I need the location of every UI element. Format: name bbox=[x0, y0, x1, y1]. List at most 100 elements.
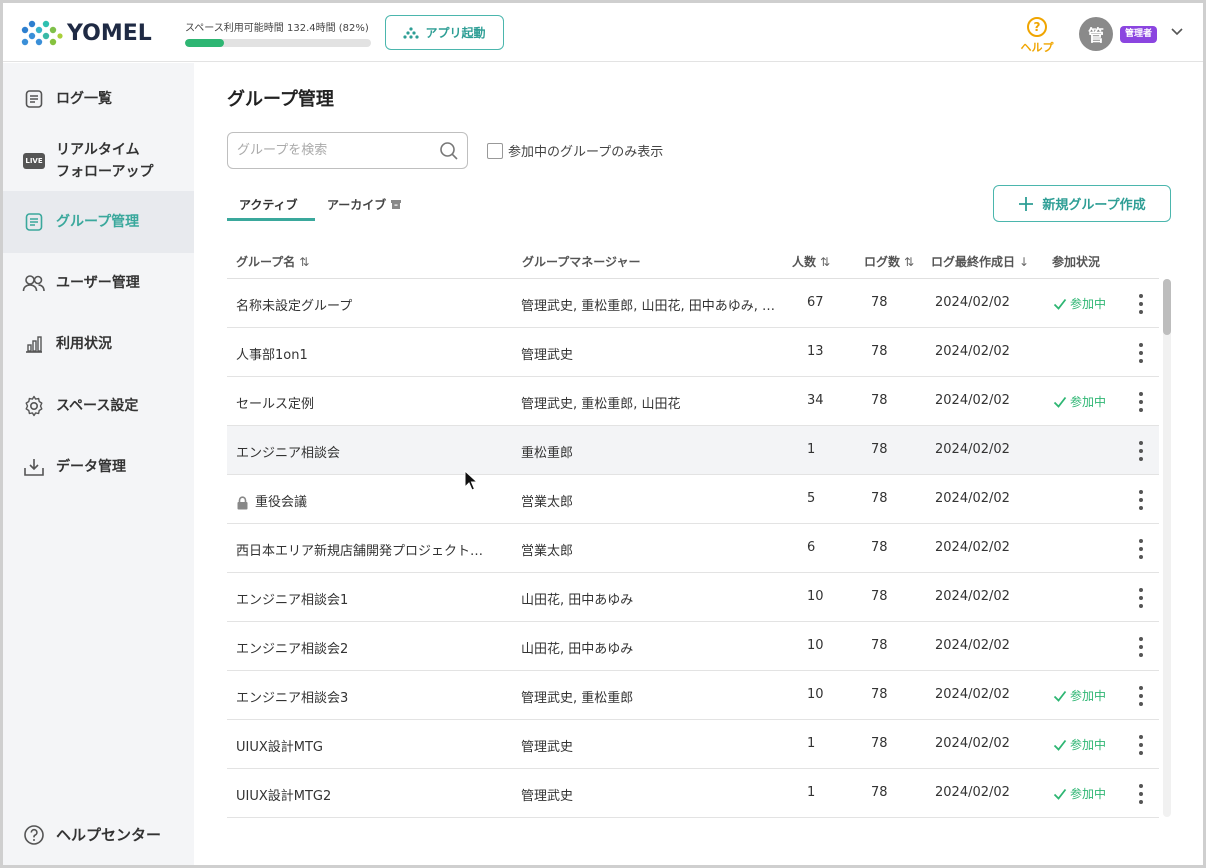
log-count: 78 bbox=[871, 638, 888, 653]
table-row[interactable]: エンジニア相談会3 管理武史, 重松重郎 10 78 2024/02/02 参加中 bbox=[227, 671, 1159, 720]
usage-progress-bar bbox=[185, 39, 371, 47]
row-menu-icon[interactable] bbox=[1132, 587, 1150, 609]
last-log-date: 2024/02/02 bbox=[935, 442, 1010, 457]
gear-icon bbox=[22, 394, 46, 418]
sidebar-item-label: ユーザー管理 bbox=[56, 275, 140, 291]
sidebar-item-users[interactable]: ユーザー管理 bbox=[3, 261, 194, 305]
sidebar-item-space-settings[interactable]: スペース設定 bbox=[3, 384, 194, 428]
group-name[interactable]: エンジニア相談会 bbox=[236, 442, 506, 461]
column-header-name[interactable]: グループ名 ⇅ bbox=[236, 253, 309, 270]
top-header: YOMEL スペース利用可能時間 132.4時間 (82%) アプリ起動 ? ヘ… bbox=[3, 3, 1203, 62]
last-log-date: 2024/02/02 bbox=[935, 491, 1010, 506]
document-icon bbox=[22, 87, 46, 111]
group-name[interactable]: UIUX設計MTG2 bbox=[236, 785, 506, 804]
log-count: 78 bbox=[871, 785, 888, 800]
mouse-cursor-icon bbox=[464, 470, 478, 491]
group-name[interactable]: 人事部1on1 bbox=[236, 344, 506, 363]
group-name[interactable]: セールス定例 bbox=[236, 393, 506, 412]
row-menu-icon[interactable] bbox=[1132, 636, 1150, 658]
chevron-down-icon[interactable] bbox=[1169, 23, 1185, 39]
last-log-date: 2024/02/02 bbox=[935, 295, 1010, 310]
logo[interactable]: YOMEL bbox=[19, 17, 152, 49]
row-menu-icon[interactable] bbox=[1132, 734, 1150, 756]
table-row[interactable]: UIUX設計MTG 管理武史 1 78 2024/02/02 参加中 bbox=[227, 720, 1159, 769]
scrollbar[interactable] bbox=[1163, 279, 1171, 817]
sidebar-item-realtime[interactable]: LIVE リアルタイム フォローアップ bbox=[3, 131, 194, 191]
group-name[interactable]: UIUX設計MTG bbox=[236, 736, 506, 755]
table-row[interactable]: セールス定例 管理武史, 重松重郎, 山田花 34 78 2024/02/02 参加中 bbox=[227, 377, 1159, 426]
sort-icon: ⇅ bbox=[299, 254, 310, 269]
member-count: 1 bbox=[807, 442, 816, 457]
group-name[interactable]: エンジニア相談会3 bbox=[236, 687, 506, 706]
group-name[interactable]: 西日本エリア新規店舗開発プロジェクト… bbox=[236, 540, 506, 559]
sidebar-item-logs[interactable]: ログ一覧 bbox=[3, 77, 194, 121]
bar-chart-icon bbox=[22, 332, 46, 356]
group-name[interactable]: 名称未設定グループ bbox=[236, 295, 506, 314]
column-header-members[interactable]: 人数 ⇅ bbox=[792, 253, 830, 270]
table-row[interactable]: 重役会議 営業太郎 5 78 2024/02/02 bbox=[227, 475, 1159, 524]
row-menu-icon[interactable] bbox=[1132, 489, 1150, 511]
group-name[interactable]: エンジニア相談会1 bbox=[236, 589, 506, 608]
joined-only-filter[interactable]: 参加中のグループのみ表示 bbox=[487, 141, 663, 160]
member-count: 5 bbox=[807, 491, 816, 506]
log-count: 78 bbox=[871, 295, 888, 310]
scrollbar-thumb[interactable] bbox=[1163, 279, 1171, 335]
row-menu-icon[interactable] bbox=[1132, 538, 1150, 560]
row-menu-icon[interactable] bbox=[1132, 685, 1150, 707]
sidebar-item-label: グループ管理 bbox=[56, 214, 140, 230]
group-managers: 重松重郎 bbox=[521, 446, 574, 461]
row-menu-icon[interactable] bbox=[1132, 391, 1150, 413]
group-managers: 管理武史, 重松重郎, 山田花 bbox=[521, 397, 681, 412]
column-header-logs[interactable]: ログ数 ⇅ bbox=[864, 253, 914, 270]
table-row[interactable]: エンジニア相談会1 山田花, 田中あゆみ 10 78 2024/02/02 bbox=[227, 573, 1159, 622]
sidebar-item-label: データ管理 bbox=[56, 459, 126, 475]
table-row[interactable]: エンジニア相談会 重松重郎 1 78 2024/02/02 bbox=[227, 426, 1159, 475]
group-name[interactable]: 重役会議 bbox=[236, 491, 506, 510]
log-count: 78 bbox=[871, 442, 888, 457]
tab-archive[interactable]: アーカイブ bbox=[327, 190, 417, 221]
help-circle-icon bbox=[22, 823, 46, 847]
table-row[interactable]: UIUX設計MTG2 管理武史 1 78 2024/02/02 参加中 bbox=[227, 769, 1159, 818]
download-icon bbox=[22, 455, 46, 479]
log-count: 78 bbox=[871, 393, 888, 408]
column-header-status: 参加状況 bbox=[1052, 255, 1101, 269]
sidebar-item-data[interactable]: データ管理 bbox=[3, 445, 194, 489]
tab-active[interactable]: アクティブ bbox=[227, 190, 315, 221]
table-row[interactable]: 西日本エリア新規店舗開発プロジェクト… 営業太郎 6 78 2024/02/02 bbox=[227, 524, 1159, 573]
last-log-date: 2024/02/02 bbox=[935, 393, 1010, 408]
row-menu-icon[interactable] bbox=[1132, 293, 1150, 315]
member-count: 13 bbox=[807, 344, 824, 359]
avatar[interactable]: 管 bbox=[1079, 17, 1113, 51]
help-label: ヘルプ bbox=[1020, 41, 1054, 54]
joined-status: 参加中 bbox=[1053, 785, 1123, 802]
table-row[interactable]: 人事部1on1 管理武史 13 78 2024/02/02 bbox=[227, 328, 1159, 377]
group-managers: 営業太郎 bbox=[521, 544, 574, 559]
sidebar-item-groups[interactable]: グループ管理 bbox=[3, 191, 194, 253]
group-search[interactable] bbox=[227, 132, 468, 169]
help-center-link[interactable]: ヘルプセンター bbox=[3, 815, 194, 855]
last-log-date: 2024/02/02 bbox=[935, 785, 1010, 800]
group-managers: 管理武史 bbox=[521, 348, 574, 363]
joined-only-checkbox[interactable] bbox=[487, 142, 503, 159]
member-count: 10 bbox=[807, 638, 824, 653]
plus-icon bbox=[1019, 196, 1034, 211]
sidebar-item-usage[interactable]: 利用状況 bbox=[3, 322, 194, 366]
column-header-last-log[interactable]: ログ最終作成日 ↓ bbox=[931, 253, 1029, 270]
row-menu-icon[interactable] bbox=[1132, 783, 1150, 805]
search-input[interactable] bbox=[228, 133, 428, 168]
sidebar: ログ一覧 LIVE リアルタイム フォローアップ グループ管理 ユーザー管理 利… bbox=[3, 63, 194, 865]
row-menu-icon[interactable] bbox=[1132, 342, 1150, 364]
sort-icon: ⇅ bbox=[904, 254, 915, 269]
new-group-label: 新規グループ作成 bbox=[1042, 198, 1146, 213]
row-menu-icon[interactable] bbox=[1132, 440, 1150, 462]
new-group-button[interactable]: 新規グループ作成 bbox=[993, 185, 1171, 222]
check-icon bbox=[1053, 396, 1067, 408]
help-button[interactable]: ? ヘルプ bbox=[1017, 17, 1057, 55]
joined-only-label: 参加中のグループのみ表示 bbox=[508, 145, 664, 160]
logo-text: YOMEL bbox=[67, 20, 152, 46]
launch-app-button[interactable]: アプリ起動 bbox=[385, 15, 504, 50]
group-name[interactable]: エンジニア相談会2 bbox=[236, 638, 506, 657]
group-managers: 営業太郎 bbox=[521, 495, 574, 510]
table-row[interactable]: 名称未設定グループ 管理武史, 重松重郎, 山田花, 田中あゆみ, … 67 78 20… bbox=[227, 279, 1159, 328]
table-row[interactable]: エンジニア相談会2 山田花, 田中あゆみ 10 78 2024/02/02 bbox=[227, 622, 1159, 671]
